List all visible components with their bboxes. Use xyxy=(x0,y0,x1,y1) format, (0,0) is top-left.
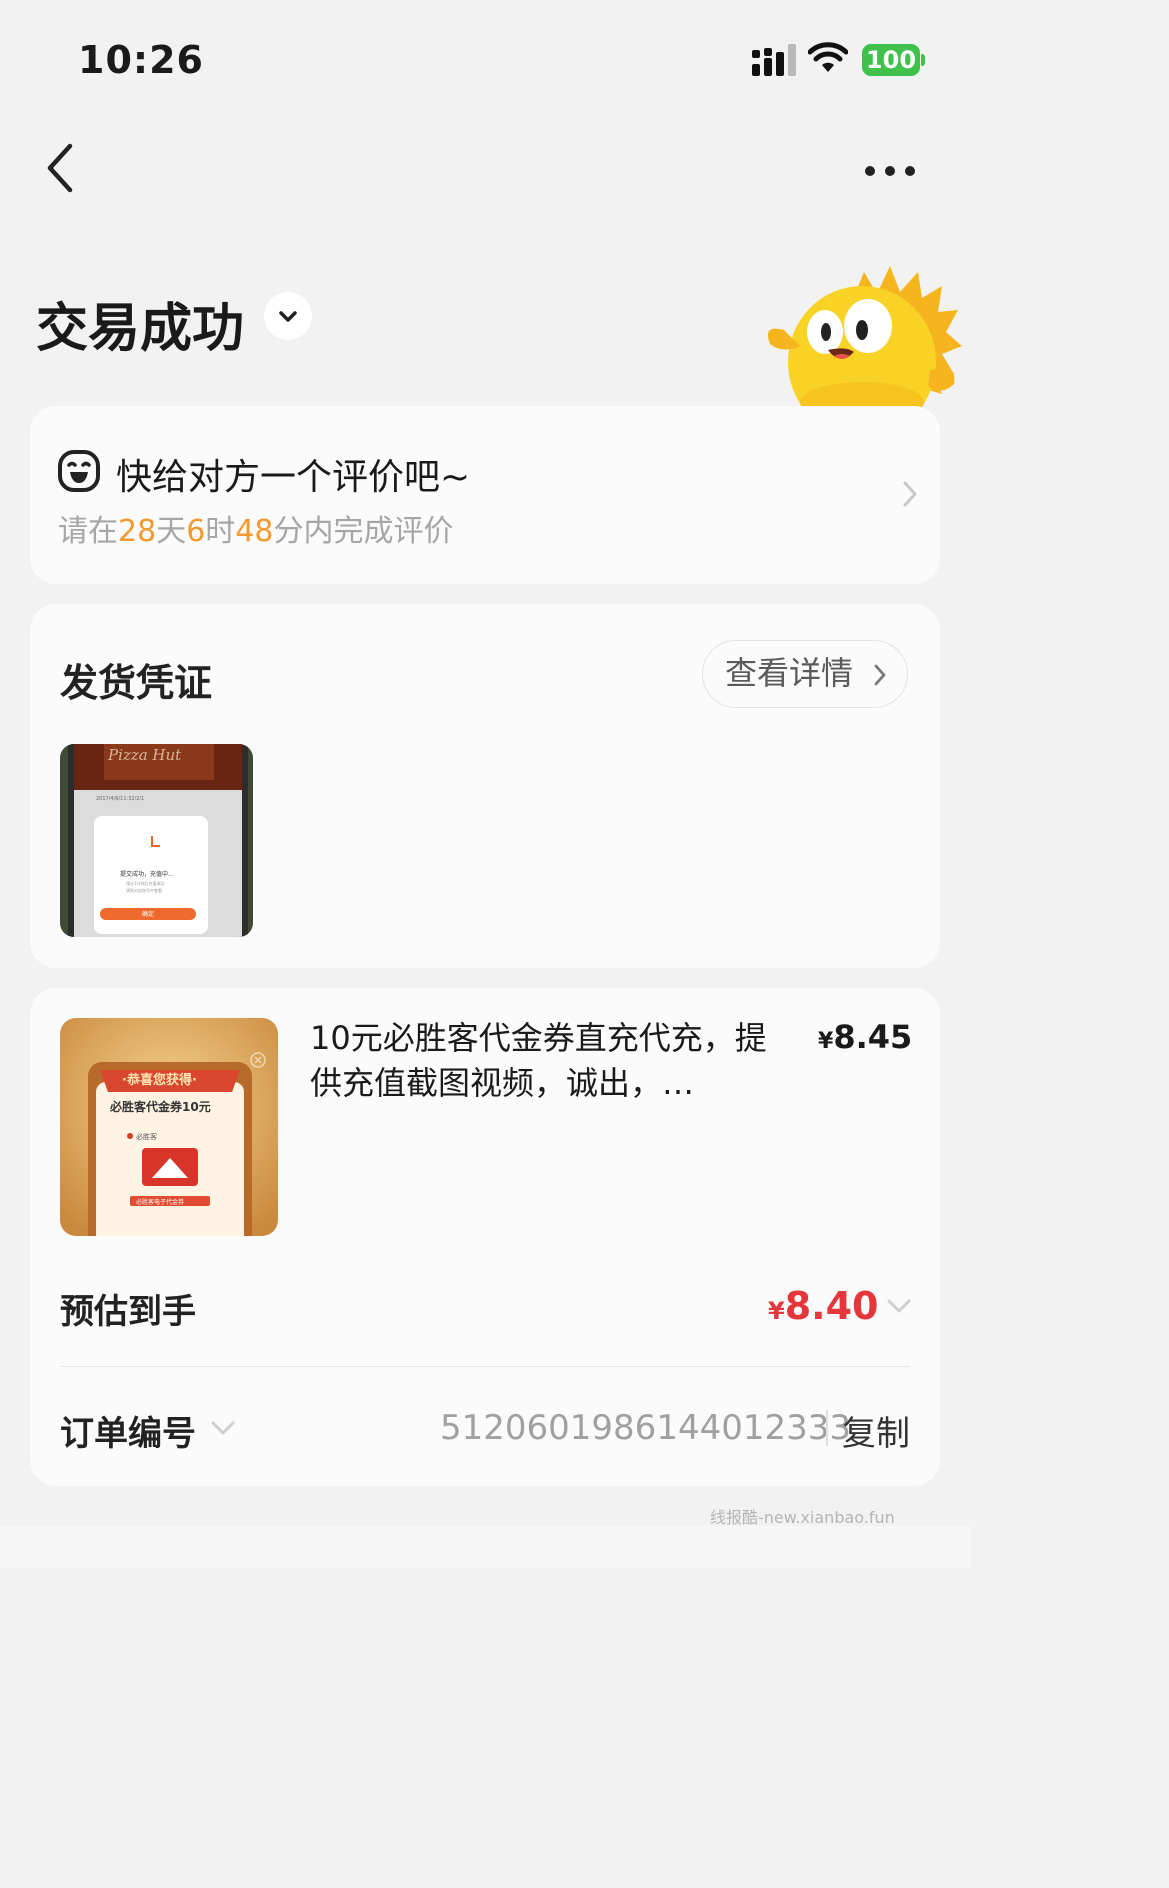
view-details-button[interactable]: 查看详情 xyxy=(702,640,908,708)
review-title: 快给对方一个评价吧~ xyxy=(116,457,471,498)
review-deadline-text: 请在28天6时48分内完成评价 xyxy=(58,514,454,549)
bottom-bar xyxy=(0,1526,971,1568)
proof-top-line: 2017/4/6/11:32/2/1 xyxy=(96,796,144,802)
divider xyxy=(60,1366,910,1367)
delivery-proof-screenshot[interactable]: Pizza Hut 2017/4/6/11:32/2/1 提交成功，充值中...… xyxy=(60,744,253,937)
pizza-hut-logo: Pizza Hut xyxy=(107,746,182,764)
proof-status-text: 提交成功，充值中... xyxy=(120,870,174,878)
battery-indicator: 100 xyxy=(862,44,920,76)
product-banner-text: ·恭喜您获得· xyxy=(122,1072,197,1088)
status-expand-button[interactable] xyxy=(264,292,312,340)
estimated-receive-amount[interactable]: ¥8.40 xyxy=(768,1284,878,1328)
watermark-text: 线报酷-new.xianbao.fun xyxy=(710,1508,895,1527)
proof-confirm-button: 确定 xyxy=(142,910,154,918)
product-title[interactable]: 10元必胜客代金券直充代充，提供充值截图视频，诚出，… xyxy=(310,1016,780,1106)
order-number-label[interactable]: 订单编号 xyxy=(60,1406,196,1455)
status-time: 10:26 xyxy=(78,38,204,82)
review-minutes: 48 xyxy=(235,514,274,549)
copy-order-number-button[interactable]: 复制 xyxy=(842,1406,910,1455)
order-number-value: 5120601986144012333 xyxy=(440,1408,852,1448)
proof-note-2: 请到对应账号中查看 xyxy=(126,887,162,893)
more-dots-icon xyxy=(865,166,915,176)
product-price: ¥8.45 xyxy=(818,1018,913,1056)
separator xyxy=(826,1410,828,1446)
chevron-left-icon xyxy=(47,143,73,193)
product-headline-text: 必胜客代金券10元 xyxy=(109,1099,211,1114)
chevron-down-icon xyxy=(211,1421,235,1435)
proof-note-1: 预计1分钟后充值成功 xyxy=(126,880,165,886)
chevron-down-icon xyxy=(279,311,297,322)
estimated-receive-label: 预估到手 xyxy=(60,1292,196,1332)
chevron-right-icon xyxy=(874,664,886,686)
product-image[interactable]: ·恭喜您获得· 必胜客代金券10元 必胜客 必胜客电子代金券 xyxy=(60,1018,278,1236)
smiley-face-icon xyxy=(58,450,100,492)
cellular-signal-icon xyxy=(752,44,796,76)
view-details-label: 查看详情 xyxy=(725,654,854,692)
order-status-title: 交易成功 xyxy=(36,299,245,359)
more-options-button[interactable] xyxy=(860,158,920,184)
chevron-right-icon xyxy=(903,481,917,507)
mascot-fish-image xyxy=(767,266,962,408)
review-hours: 6 xyxy=(186,514,206,549)
battery-tip xyxy=(921,54,925,66)
delivery-proof-title: 发货凭证 xyxy=(60,661,213,705)
order-info-card: ·恭喜您获得· 必胜客代金券10元 必胜客 必胜客电子代金券 10元必胜客代金券… xyxy=(30,988,940,1486)
product-caption-text: 必胜客电子代金券 xyxy=(136,1198,184,1206)
delivery-proof-card: 发货凭证 查看详情 Pizza Hut 2017/4/6/11:32/2/1 提… xyxy=(30,604,940,968)
wifi-icon xyxy=(808,42,848,72)
back-button[interactable] xyxy=(40,140,80,196)
review-reminder-card[interactable]: 快给对方一个评价吧~ 请在28天6时48分内完成评价 xyxy=(30,406,940,584)
chevron-down-icon[interactable] xyxy=(886,1298,912,1314)
review-days: 28 xyxy=(118,514,157,549)
product-brand-text: 必胜客 xyxy=(136,1132,157,1141)
